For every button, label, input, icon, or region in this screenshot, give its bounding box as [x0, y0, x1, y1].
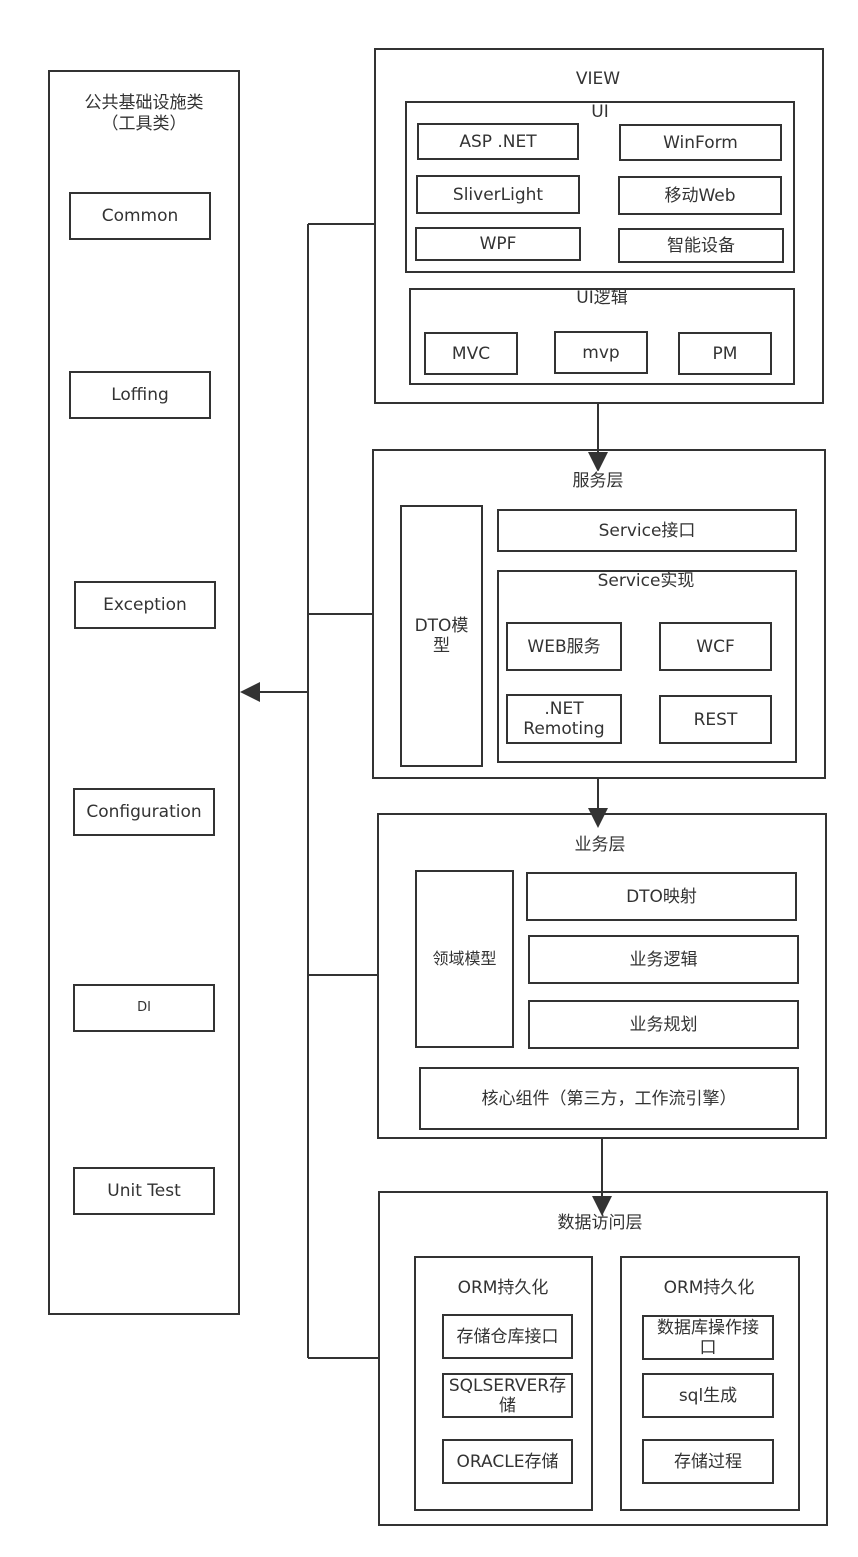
ui-logic-mvc: MVC	[424, 332, 518, 375]
sqlserver-storage: SQLSERVER存储	[442, 1373, 573, 1418]
tool-configuration: Configuration	[73, 788, 215, 836]
sql-generation: sql生成	[642, 1373, 774, 1418]
db-operation-interface: 数据库操作接口	[642, 1315, 774, 1360]
ui-aspnet: ASP .NET	[417, 123, 579, 160]
tools-title: 公共基础设施类	[84, 93, 204, 113]
ui-silverlight: SliverLight	[416, 175, 580, 214]
business-rules: 业务规划	[528, 1000, 799, 1049]
impl-rest: REST	[659, 695, 772, 744]
tool-unit-test: Unit Test	[73, 1167, 215, 1215]
tools-subtitle: （工具类）	[101, 114, 187, 134]
oracle-storage: ORACLE存储	[442, 1439, 573, 1484]
orm-left-title: ORM持久化	[457, 1278, 549, 1298]
ui-logic-mvp: mvp	[554, 331, 648, 374]
tool-di: DI	[73, 984, 215, 1032]
ui-wpf: WPF	[415, 227, 581, 261]
service-title: 服务层	[572, 471, 624, 491]
domain-model: 领域模型	[415, 870, 514, 1048]
repository-interface: 存储仓库接口	[442, 1314, 573, 1359]
view-title: VIEW	[575, 69, 621, 89]
dto-model: DTO模型	[400, 505, 483, 767]
ui-mobile-web: 移动Web	[618, 176, 782, 215]
tools-panel	[48, 70, 240, 1315]
ui-logic-title: UI逻辑	[576, 288, 628, 308]
impl-net-remoting: .NET Remoting	[506, 694, 622, 744]
ui-winform: WinForm	[619, 124, 782, 161]
tool-common: Common	[69, 192, 211, 240]
business-logic: 业务逻辑	[528, 935, 799, 984]
impl-wcf: WCF	[659, 622, 772, 671]
tool-exception: Exception	[74, 581, 216, 629]
service-interface: Service接口	[497, 509, 797, 552]
tool-logging: Loffing	[69, 371, 211, 419]
architecture-diagram: 公共基础设施类 （工具类） Common Loffing Exception C…	[0, 0, 858, 1557]
core-components: 核心组件（第三方，工作流引擎）	[419, 1067, 799, 1130]
ui-smart-device: 智能设备	[618, 228, 784, 263]
orm-right-title: ORM持久化	[663, 1278, 755, 1298]
data-access-title: 数据访问层	[557, 1213, 643, 1233]
business-title: 业务层	[574, 835, 626, 855]
ui-title: UI	[591, 102, 609, 122]
business-dto-mapping: DTO映射	[526, 872, 797, 921]
service-impl-title: Service实现	[597, 571, 695, 591]
impl-web-service: WEB服务	[506, 622, 622, 671]
stored-procedure: 存储过程	[642, 1439, 774, 1484]
ui-logic-pm: PM	[678, 332, 772, 375]
